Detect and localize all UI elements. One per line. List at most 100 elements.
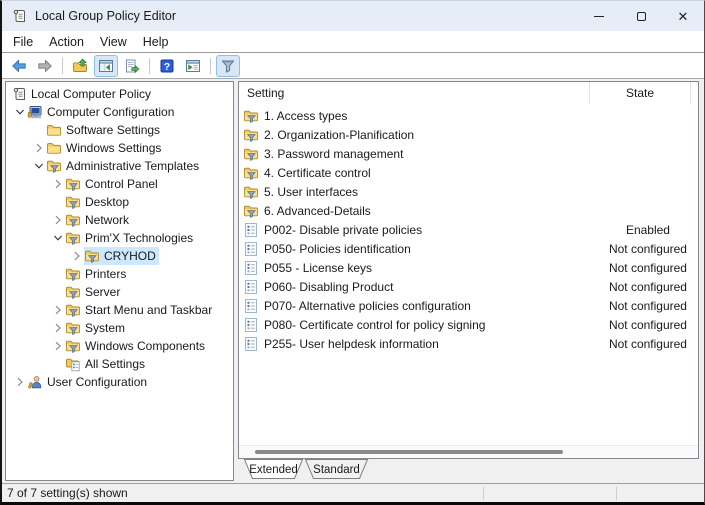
chevron-right-icon[interactable] xyxy=(50,302,65,318)
show-console-tree-button[interactable] xyxy=(94,55,118,77)
policy-icon xyxy=(243,279,259,295)
group-policy-scroll-icon xyxy=(11,8,27,24)
chevron-right-icon[interactable] xyxy=(50,320,65,336)
statusbar-divider xyxy=(483,487,484,500)
menu-action[interactable]: Action xyxy=(41,33,92,51)
tree-item-printers[interactable]: Printers xyxy=(6,265,233,283)
export-list-icon xyxy=(124,58,140,74)
tree-item-prim-x-technologies[interactable]: Prim'X Technologies xyxy=(6,229,233,247)
show-properties-button[interactable] xyxy=(181,55,205,77)
folder-filter-icon xyxy=(65,230,81,246)
folder-icon xyxy=(46,140,62,156)
setting-row[interactable]: 4. Certificate control xyxy=(239,163,698,182)
forward-button[interactable] xyxy=(33,55,57,77)
tree-item-system[interactable]: System xyxy=(6,319,233,337)
policy-icon xyxy=(243,336,259,352)
menu-view[interactable]: View xyxy=(92,33,135,51)
up-one-level-button[interactable] xyxy=(68,55,92,77)
chevron-right-icon[interactable] xyxy=(50,212,65,228)
list-header: Setting State xyxy=(239,82,698,104)
menubar: File Action View Help xyxy=(2,31,704,53)
tree-item-user-configuration[interactable]: User Configuration xyxy=(6,373,233,391)
tree-item-windows-components[interactable]: Windows Components xyxy=(6,337,233,355)
setting-row[interactable]: P055 - License keys Not configured xyxy=(239,258,698,277)
folder-filter-icon xyxy=(46,158,62,174)
close-icon: ✕ xyxy=(678,10,689,23)
tree-item-start-menu-and-taskbar[interactable]: Start Menu and Taskbar xyxy=(6,301,233,319)
setting-name: P080- Certificate control for policy sig… xyxy=(264,318,598,332)
setting-state: Not configured xyxy=(598,299,698,313)
maximize-button[interactable] xyxy=(620,1,662,31)
back-button[interactable] xyxy=(7,55,31,77)
chevron-right-icon[interactable] xyxy=(12,374,27,390)
setting-state: Not configured xyxy=(598,242,698,256)
statusbar: 7 of 7 setting(s) shown xyxy=(2,483,704,502)
scroll-icon xyxy=(11,86,27,102)
folder-filter-icon xyxy=(65,338,81,354)
folder-filter-icon xyxy=(243,127,259,143)
expander-chevron-icon xyxy=(50,194,65,210)
filter-button[interactable] xyxy=(216,55,240,77)
setting-name: 6. Advanced-Details xyxy=(264,204,598,218)
horizontal-scrollbar[interactable] xyxy=(239,445,698,458)
toolbar-separator xyxy=(62,58,63,74)
column-header-setting[interactable]: Setting xyxy=(239,86,589,100)
menu-help[interactable]: Help xyxy=(135,33,177,51)
chevron-right-icon[interactable] xyxy=(50,176,65,192)
chevron-down-icon[interactable] xyxy=(31,158,46,174)
setting-row[interactable]: P070- Alternative policies configuration… xyxy=(239,296,698,315)
chevron-down-icon[interactable] xyxy=(50,230,65,246)
expander-chevron-icon xyxy=(50,356,65,372)
titlebar[interactable]: Local Group Policy Editor ✕ xyxy=(2,1,704,31)
svg-text:?: ? xyxy=(164,61,170,73)
properties-window-icon xyxy=(185,58,201,74)
close-button[interactable]: ✕ xyxy=(662,1,704,31)
setting-row[interactable]: 3. Password management xyxy=(239,144,698,163)
column-header-state[interactable]: State xyxy=(590,86,690,100)
setting-row[interactable]: P050- Policies identification Not config… xyxy=(239,239,698,258)
tree-item-computer-configuration[interactable]: Computer Configuration xyxy=(6,103,233,121)
chevron-right-icon[interactable] xyxy=(50,338,65,354)
setting-row[interactable]: 1. Access types xyxy=(239,106,698,125)
setting-row[interactable]: P002- Disable private policies Enabled xyxy=(239,220,698,239)
menu-file[interactable]: File xyxy=(5,33,41,51)
tab-extended-label[interactable]: Extended xyxy=(249,464,298,476)
chevron-right-icon[interactable] xyxy=(69,248,84,264)
tree-item-software-settings[interactable]: Software Settings xyxy=(6,121,233,139)
setting-row[interactable]: P080- Certificate control for policy sig… xyxy=(239,315,698,334)
tree-item-control-panel[interactable]: Control Panel xyxy=(6,175,233,193)
chevron-down-icon[interactable] xyxy=(12,104,27,120)
setting-row[interactable]: 2. Organization-Planification xyxy=(239,125,698,144)
tree-item-cryhod[interactable]: CRYHOD xyxy=(6,247,233,265)
help-button[interactable]: ? xyxy=(155,55,179,77)
computer-icon xyxy=(27,104,43,120)
export-list-button[interactable] xyxy=(120,55,144,77)
tree-item-windows-settings[interactable]: Windows Settings xyxy=(6,139,233,157)
folder-icon xyxy=(46,122,62,138)
column-divider[interactable] xyxy=(690,82,691,104)
tree-item-network[interactable]: Network xyxy=(6,211,233,229)
expander-chevron-icon xyxy=(50,284,65,300)
setting-row[interactable]: 5. User interfaces xyxy=(239,182,698,201)
tree-item-administrative-templates[interactable]: Administrative Templates xyxy=(6,157,233,175)
folder-filter-icon xyxy=(65,284,81,300)
folder-filter-icon xyxy=(243,165,259,181)
expander-chevron-icon xyxy=(50,266,65,282)
tree-item-all-settings[interactable]: All Settings xyxy=(6,355,233,373)
scrollbar-thumb[interactable] xyxy=(255,450,563,454)
tab-standard-label[interactable]: Standard xyxy=(313,464,360,476)
tree-item-local-computer-policy[interactable]: Local Computer Policy xyxy=(6,85,233,103)
setting-name: 5. User interfaces xyxy=(264,185,598,199)
minimize-button[interactable] xyxy=(578,1,620,31)
tree-item-desktop[interactable]: Desktop xyxy=(6,193,233,211)
setting-name: P050- Policies identification xyxy=(264,242,598,256)
settings-list: 1. Access types 2. Organization-Planific… xyxy=(239,104,698,445)
setting-row[interactable]: 6. Advanced-Details xyxy=(239,201,698,220)
folder-filter-icon xyxy=(65,266,81,282)
chevron-right-icon[interactable] xyxy=(31,140,46,156)
tree-item-server[interactable]: Server xyxy=(6,283,233,301)
setting-row[interactable]: P060- Disabling Product Not configured xyxy=(239,277,698,296)
setting-row[interactable]: P255- User helpdesk information Not conf… xyxy=(239,334,698,353)
setting-state: Enabled xyxy=(598,223,698,237)
setting-name: 2. Organization-Planification xyxy=(264,128,598,142)
